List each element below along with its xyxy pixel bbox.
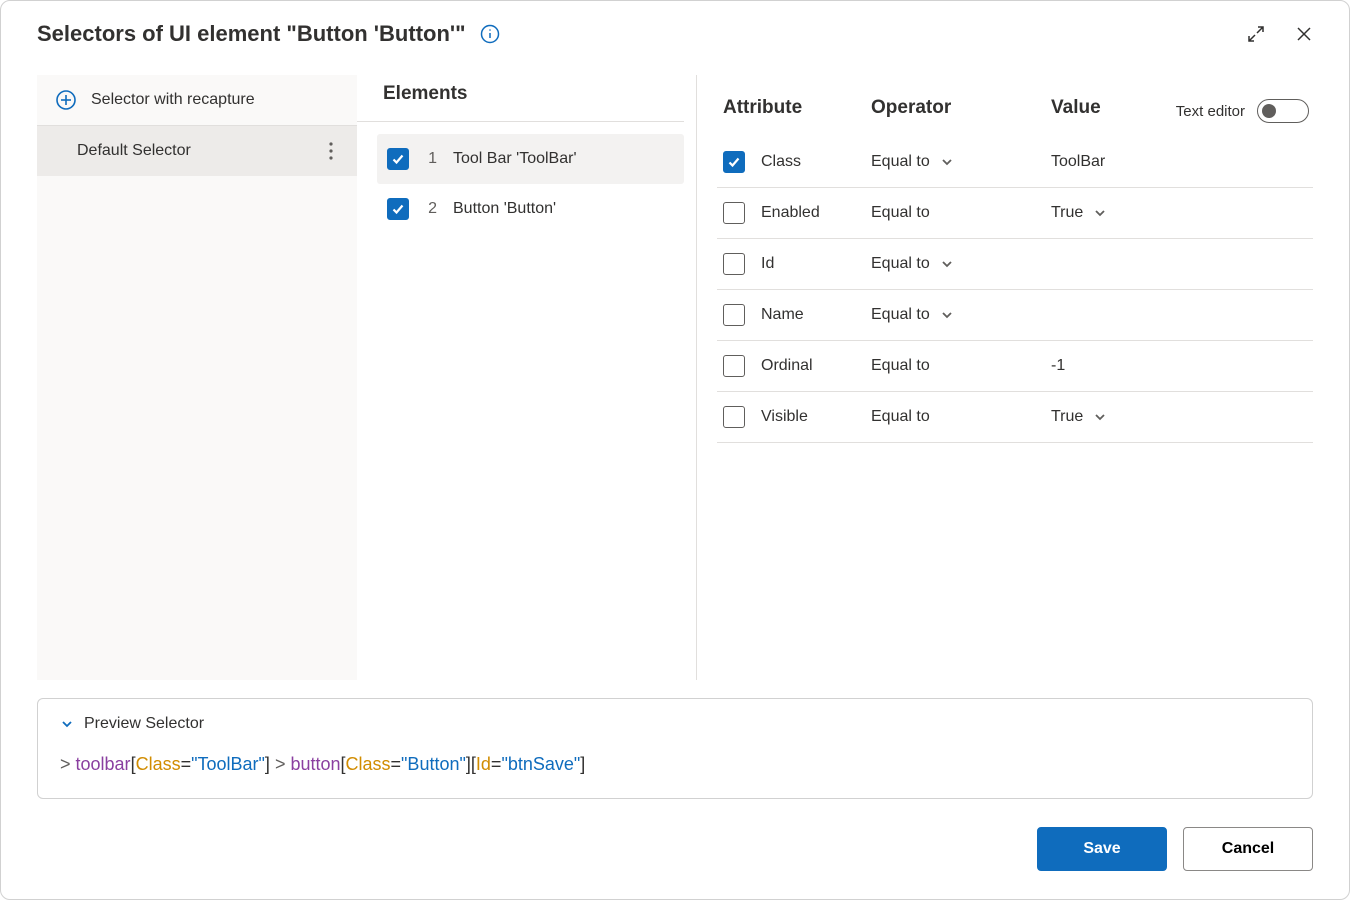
value-cell[interactable]: True (1051, 204, 1307, 222)
value-cell[interactable]: True (1051, 408, 1307, 426)
attribute-row: Class Equal to ToolBar (717, 137, 1313, 188)
attribute-value: ToolBar (1051, 153, 1105, 171)
operator-dropdown[interactable]: Equal to (871, 408, 1051, 426)
elements-panel: Elements 1 Tool Bar 'ToolBar' 2 Button '… (357, 75, 697, 680)
element-checkbox[interactable] (387, 148, 409, 170)
cancel-button[interactable]: Cancel (1183, 827, 1313, 871)
dialog-footer: Save Cancel (37, 799, 1313, 871)
operator-value: Equal to (871, 255, 930, 273)
dialog-header: Selectors of UI element "Button 'Button'… (37, 21, 1313, 75)
attribute-row: Enabled Equal to True (717, 188, 1313, 239)
attribute-value: -1 (1051, 357, 1065, 375)
operator-dropdown[interactable]: Equal to (871, 255, 1051, 273)
element-checkbox[interactable] (387, 198, 409, 220)
info-icon[interactable] (480, 24, 500, 44)
operator-dropdown[interactable]: Equal to (871, 204, 1051, 222)
operator-value: Equal to (871, 357, 930, 375)
close-icon[interactable] (1295, 25, 1313, 43)
selectors-sidebar: Selector with recapture Default Selector (37, 75, 357, 680)
elements-heading: Elements (383, 83, 467, 105)
element-index: 2 (425, 200, 437, 218)
attribute-name: Visible (761, 408, 871, 426)
operator-value: Equal to (871, 408, 930, 426)
preview-label: Preview Selector (84, 715, 204, 733)
operator-value: Equal to (871, 204, 930, 222)
attribute-checkbox[interactable] (723, 406, 745, 428)
value-cell[interactable]: ToolBar (1051, 153, 1307, 171)
operator-dropdown[interactable]: Equal to (871, 357, 1051, 375)
attribute-checkbox[interactable] (723, 253, 745, 275)
attribute-value: True (1051, 204, 1083, 222)
attribute-checkbox[interactable] (723, 304, 745, 326)
more-icon[interactable] (329, 142, 337, 160)
attribute-name: Ordinal (761, 357, 871, 375)
attribute-value: True (1051, 408, 1083, 426)
element-index: 1 (425, 150, 437, 168)
selector-with-recapture-button[interactable]: Selector with recapture (37, 75, 357, 126)
sidebar-selector-item[interactable]: Default Selector (37, 126, 357, 176)
save-button[interactable]: Save (1037, 827, 1167, 871)
text-editor-label: Text editor (1176, 103, 1245, 120)
operator-dropdown[interactable]: Equal to (871, 306, 1051, 324)
operator-dropdown[interactable]: Equal to (871, 153, 1051, 171)
attribute-checkbox[interactable] (723, 202, 745, 224)
expand-icon[interactable] (1247, 25, 1265, 43)
attribute-row: Name Equal to (717, 290, 1313, 341)
preview-selector-box: Preview Selector > toolbar[Class="ToolBa… (37, 698, 1313, 799)
operator-value: Equal to (871, 306, 930, 324)
col-operator: Operator (871, 97, 1051, 119)
attribute-row: Id Equal to (717, 239, 1313, 290)
col-attribute: Attribute (723, 97, 871, 119)
attribute-name: Enabled (761, 204, 871, 222)
dialog-title: Selectors of UI element "Button 'Button'… (37, 21, 466, 47)
preview-selector-toggle[interactable]: Preview Selector (60, 715, 1290, 733)
attribute-checkbox[interactable] (723, 151, 745, 173)
attribute-checkbox[interactable] (723, 355, 745, 377)
attribute-name: Name (761, 306, 871, 324)
element-label: Tool Bar 'ToolBar' (453, 150, 577, 168)
selector-item-label: Default Selector (77, 142, 191, 160)
element-row[interactable]: 2 Button 'Button' (377, 184, 684, 234)
preview-selector-text: > toolbar[Class="ToolBar"] > button[Clas… (60, 751, 1290, 778)
attribute-row: Visible Equal to True (717, 392, 1313, 443)
recapture-label: Selector with recapture (91, 91, 255, 109)
element-label: Button 'Button' (453, 200, 556, 218)
text-editor-toggle[interactable]: Text editor (1176, 99, 1309, 123)
value-cell[interactable]: -1 (1051, 357, 1307, 375)
element-row[interactable]: 1 Tool Bar 'ToolBar' (377, 134, 684, 184)
attribute-name: Class (761, 153, 871, 171)
selector-editor-dialog: Selectors of UI element "Button 'Button'… (0, 0, 1350, 900)
attribute-row: Ordinal Equal to -1 (717, 341, 1313, 392)
toggle-switch[interactable] (1257, 99, 1309, 123)
attribute-name: Id (761, 255, 871, 273)
operator-value: Equal to (871, 153, 930, 171)
attributes-panel: Attribute Operator Value Class Equal to … (697, 75, 1313, 680)
